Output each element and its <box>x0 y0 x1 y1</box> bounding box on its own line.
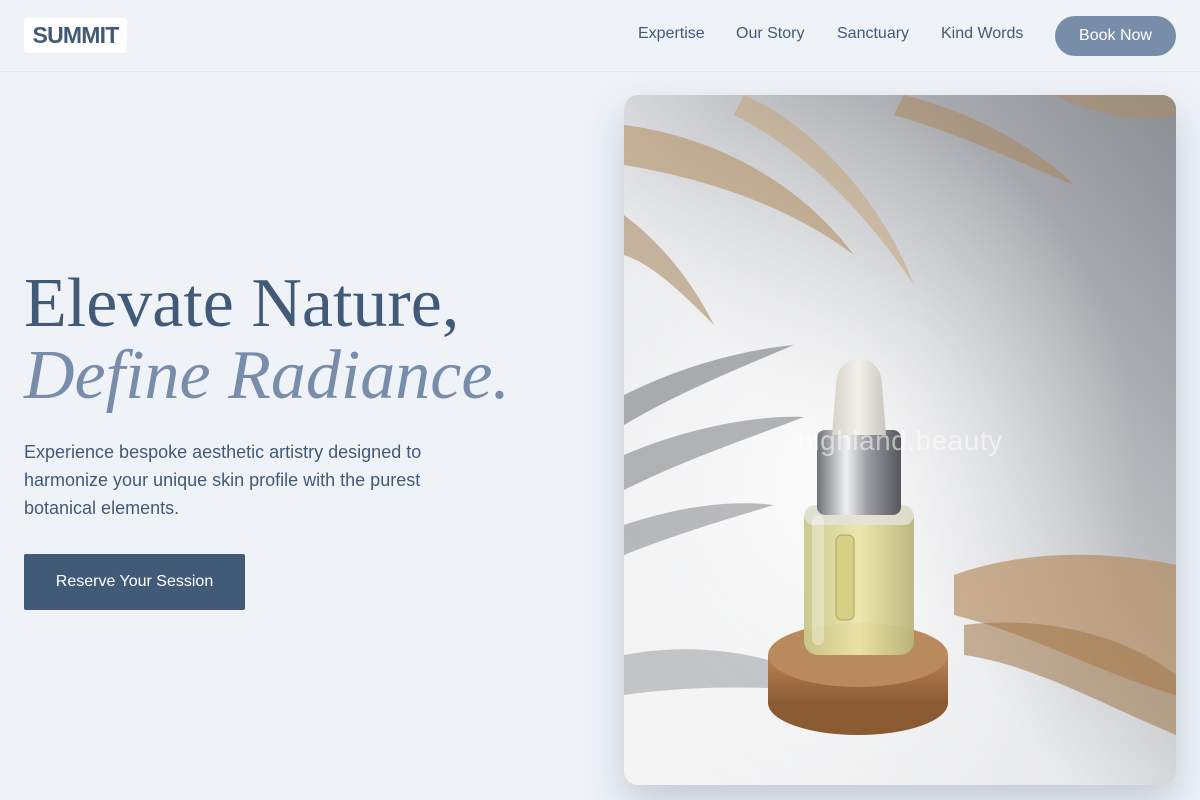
hero-headline: Elevate Nature, Define Radiance. <box>24 268 604 412</box>
nav-link-sanctuary[interactable]: Sanctuary <box>837 25 909 43</box>
hero-product-image: highland.beauty <box>624 95 1176 785</box>
hero-headline-line2: Define Radiance. <box>24 337 510 414</box>
nav-link-expertise[interactable]: Expertise <box>638 25 705 43</box>
reserve-session-button[interactable]: Reserve Your Session <box>24 554 245 610</box>
brand-logo[interactable]: SUMMIT <box>24 18 127 53</box>
nav-link-our-story[interactable]: Our Story <box>736 25 804 43</box>
image-watermark: highland.beauty <box>797 425 1003 456</box>
nav-link-kind-words[interactable]: Kind Words <box>941 25 1023 43</box>
hero-description: Experience bespoke aesthetic artistry de… <box>24 442 422 518</box>
hero-headline-line1: Elevate Nature, <box>24 265 460 342</box>
top-navigation: SUMMIT Expertise Our Story Sanctuary Kin… <box>0 0 1200 72</box>
book-now-button[interactable]: Book Now <box>1055 16 1176 56</box>
